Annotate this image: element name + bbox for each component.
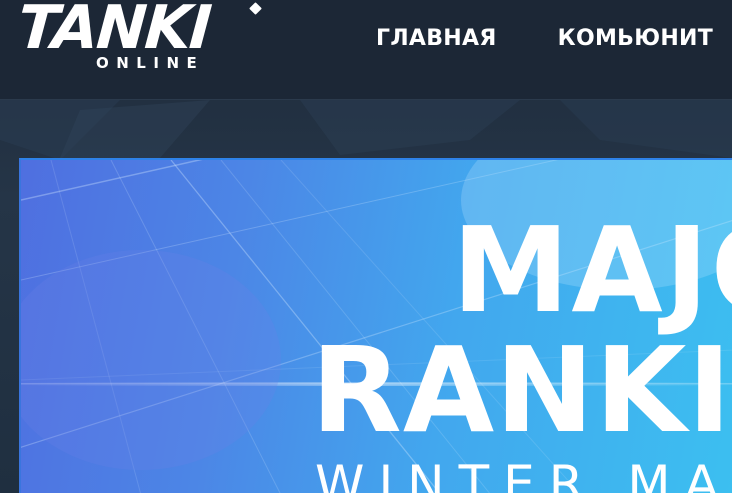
banner-title-line-2: RANKIN <box>311 321 732 459</box>
banner-title-line-1: MAJO <box>452 201 732 339</box>
logo-wordmark: TANKI <box>15 0 213 63</box>
site-header: TANKI ONLINE ГЛАВНАЯ КОМЬЮНИТ <box>0 0 732 100</box>
logo-subtitle: ONLINE <box>96 54 205 72</box>
nav-item-community[interactable]: КОМЬЮНИТ <box>558 22 713 56</box>
page: TANKI ONLINE ГЛАВНАЯ КОМЬЮНИТ MAJ RANKI … <box>0 0 732 493</box>
logo-dot-icon <box>249 2 262 15</box>
main-nav: ГЛАВНАЯ КОМЬЮНИТ <box>376 22 732 56</box>
banner-subtitle: WINTER MAJ <box>315 455 732 493</box>
promo-banner[interactable]: MAJO RANKIN WINTER MAJ <box>19 158 732 493</box>
tanki-online-logo[interactable]: TANKI ONLINE <box>15 0 262 78</box>
nav-item-home[interactable]: ГЛАВНАЯ <box>376 22 497 56</box>
